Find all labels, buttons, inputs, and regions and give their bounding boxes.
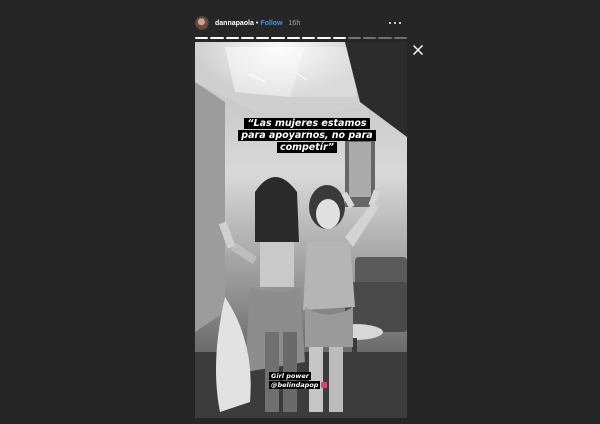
progress-segment (210, 37, 224, 39)
post-time: 16h (288, 19, 301, 27)
caption-block: Girl power @belindapop (269, 372, 328, 389)
username-link[interactable]: dannapaola (215, 20, 254, 27)
follow-button[interactable]: Follow (260, 20, 282, 27)
separator-dot: • (255, 19, 259, 27)
progress-segment (378, 37, 392, 39)
progress-segment (347, 37, 362, 39)
avatar[interactable] (195, 16, 209, 30)
mention-link[interactable]: @belindapop (269, 380, 321, 389)
more-options-icon[interactable] (389, 18, 401, 28)
quote-text: “Las mujeres estamos para apoyarnos, no … (237, 118, 377, 154)
close-icon[interactable] (412, 43, 424, 55)
progress-segment (286, 37, 300, 39)
progress-segment (256, 37, 270, 39)
story-image[interactable]: “Las mujeres estamos para apoyarnos, no … (195, 42, 407, 418)
caption-text: Girl power (269, 372, 311, 380)
progress-segment (332, 37, 346, 39)
progress-segment (301, 37, 316, 39)
story-photo (195, 42, 407, 418)
progress-segment (393, 37, 407, 39)
quote-line-1: “Las mujeres estamos (244, 118, 370, 129)
quote-line-2: para apoyarnos, no para (238, 130, 376, 141)
heart-sticker-icon (321, 381, 328, 388)
progress-segment (363, 37, 377, 39)
progress-segment (317, 37, 331, 39)
story-progress-bar (195, 37, 407, 39)
progress-segment (195, 37, 209, 39)
progress-segment (240, 37, 255, 39)
progress-segment (225, 37, 239, 39)
quote-line-3: competír” (276, 142, 338, 153)
story-header: dannapaola • Follow 16h (195, 14, 407, 32)
progress-segment (271, 37, 285, 39)
